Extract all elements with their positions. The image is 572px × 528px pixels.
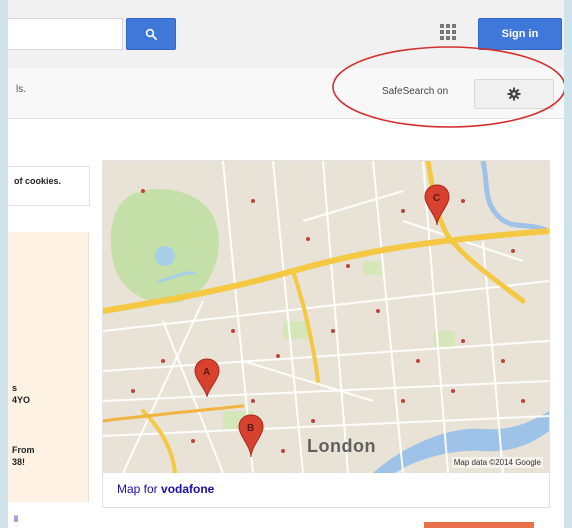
results-toolbar: ls. SafeSearch on — [8, 68, 564, 119]
map-pin-b-label: B — [247, 423, 254, 434]
map-attribution: Map data ©2014 Google — [451, 457, 543, 468]
map-caption-prefix: Map for — [117, 482, 162, 496]
bottom-action-bar[interactable] — [424, 522, 534, 528]
result-link[interactable]: ll — [14, 514, 18, 524]
sign-in-button[interactable]: Sign in — [478, 18, 562, 50]
map-canvas: A B C — [103, 161, 549, 473]
map-city-label: London — [307, 436, 376, 456]
map-card: A B C London Map data ©2014 Google Map f… — [102, 160, 550, 508]
search-input[interactable] — [8, 18, 123, 50]
safesearch-status: SafeSearch on — [382, 86, 449, 97]
gear-icon — [507, 87, 521, 101]
ad-text-1: s 4YO — [12, 383, 31, 405]
ad-text-2: From 38! — [12, 445, 35, 467]
map-caption-link[interactable]: Map for vodafone — [117, 482, 214, 496]
settings-button[interactable] — [474, 79, 554, 109]
search-button[interactable] — [126, 18, 176, 50]
map-pin-a-label: A — [203, 367, 210, 378]
results-info-text: ls. — [16, 84, 26, 95]
cookie-notice: of cookies. — [8, 166, 90, 206]
apps-grid-icon[interactable] — [440, 24, 458, 42]
map-pin-c-label: C — [433, 193, 440, 204]
cookie-notice-text: of cookies. — [14, 176, 62, 186]
map-caption-query: vodafone — [161, 482, 215, 496]
map-image[interactable]: A B C London Map data ©2014 Google — [103, 161, 549, 473]
browser-page: Sign in ls. SafeSearch on of cookies. s … — [8, 0, 564, 528]
ad-panel: s 4YO From 38! — [8, 232, 89, 502]
search-header: Sign in — [8, 0, 564, 69]
search-icon — [145, 28, 157, 40]
